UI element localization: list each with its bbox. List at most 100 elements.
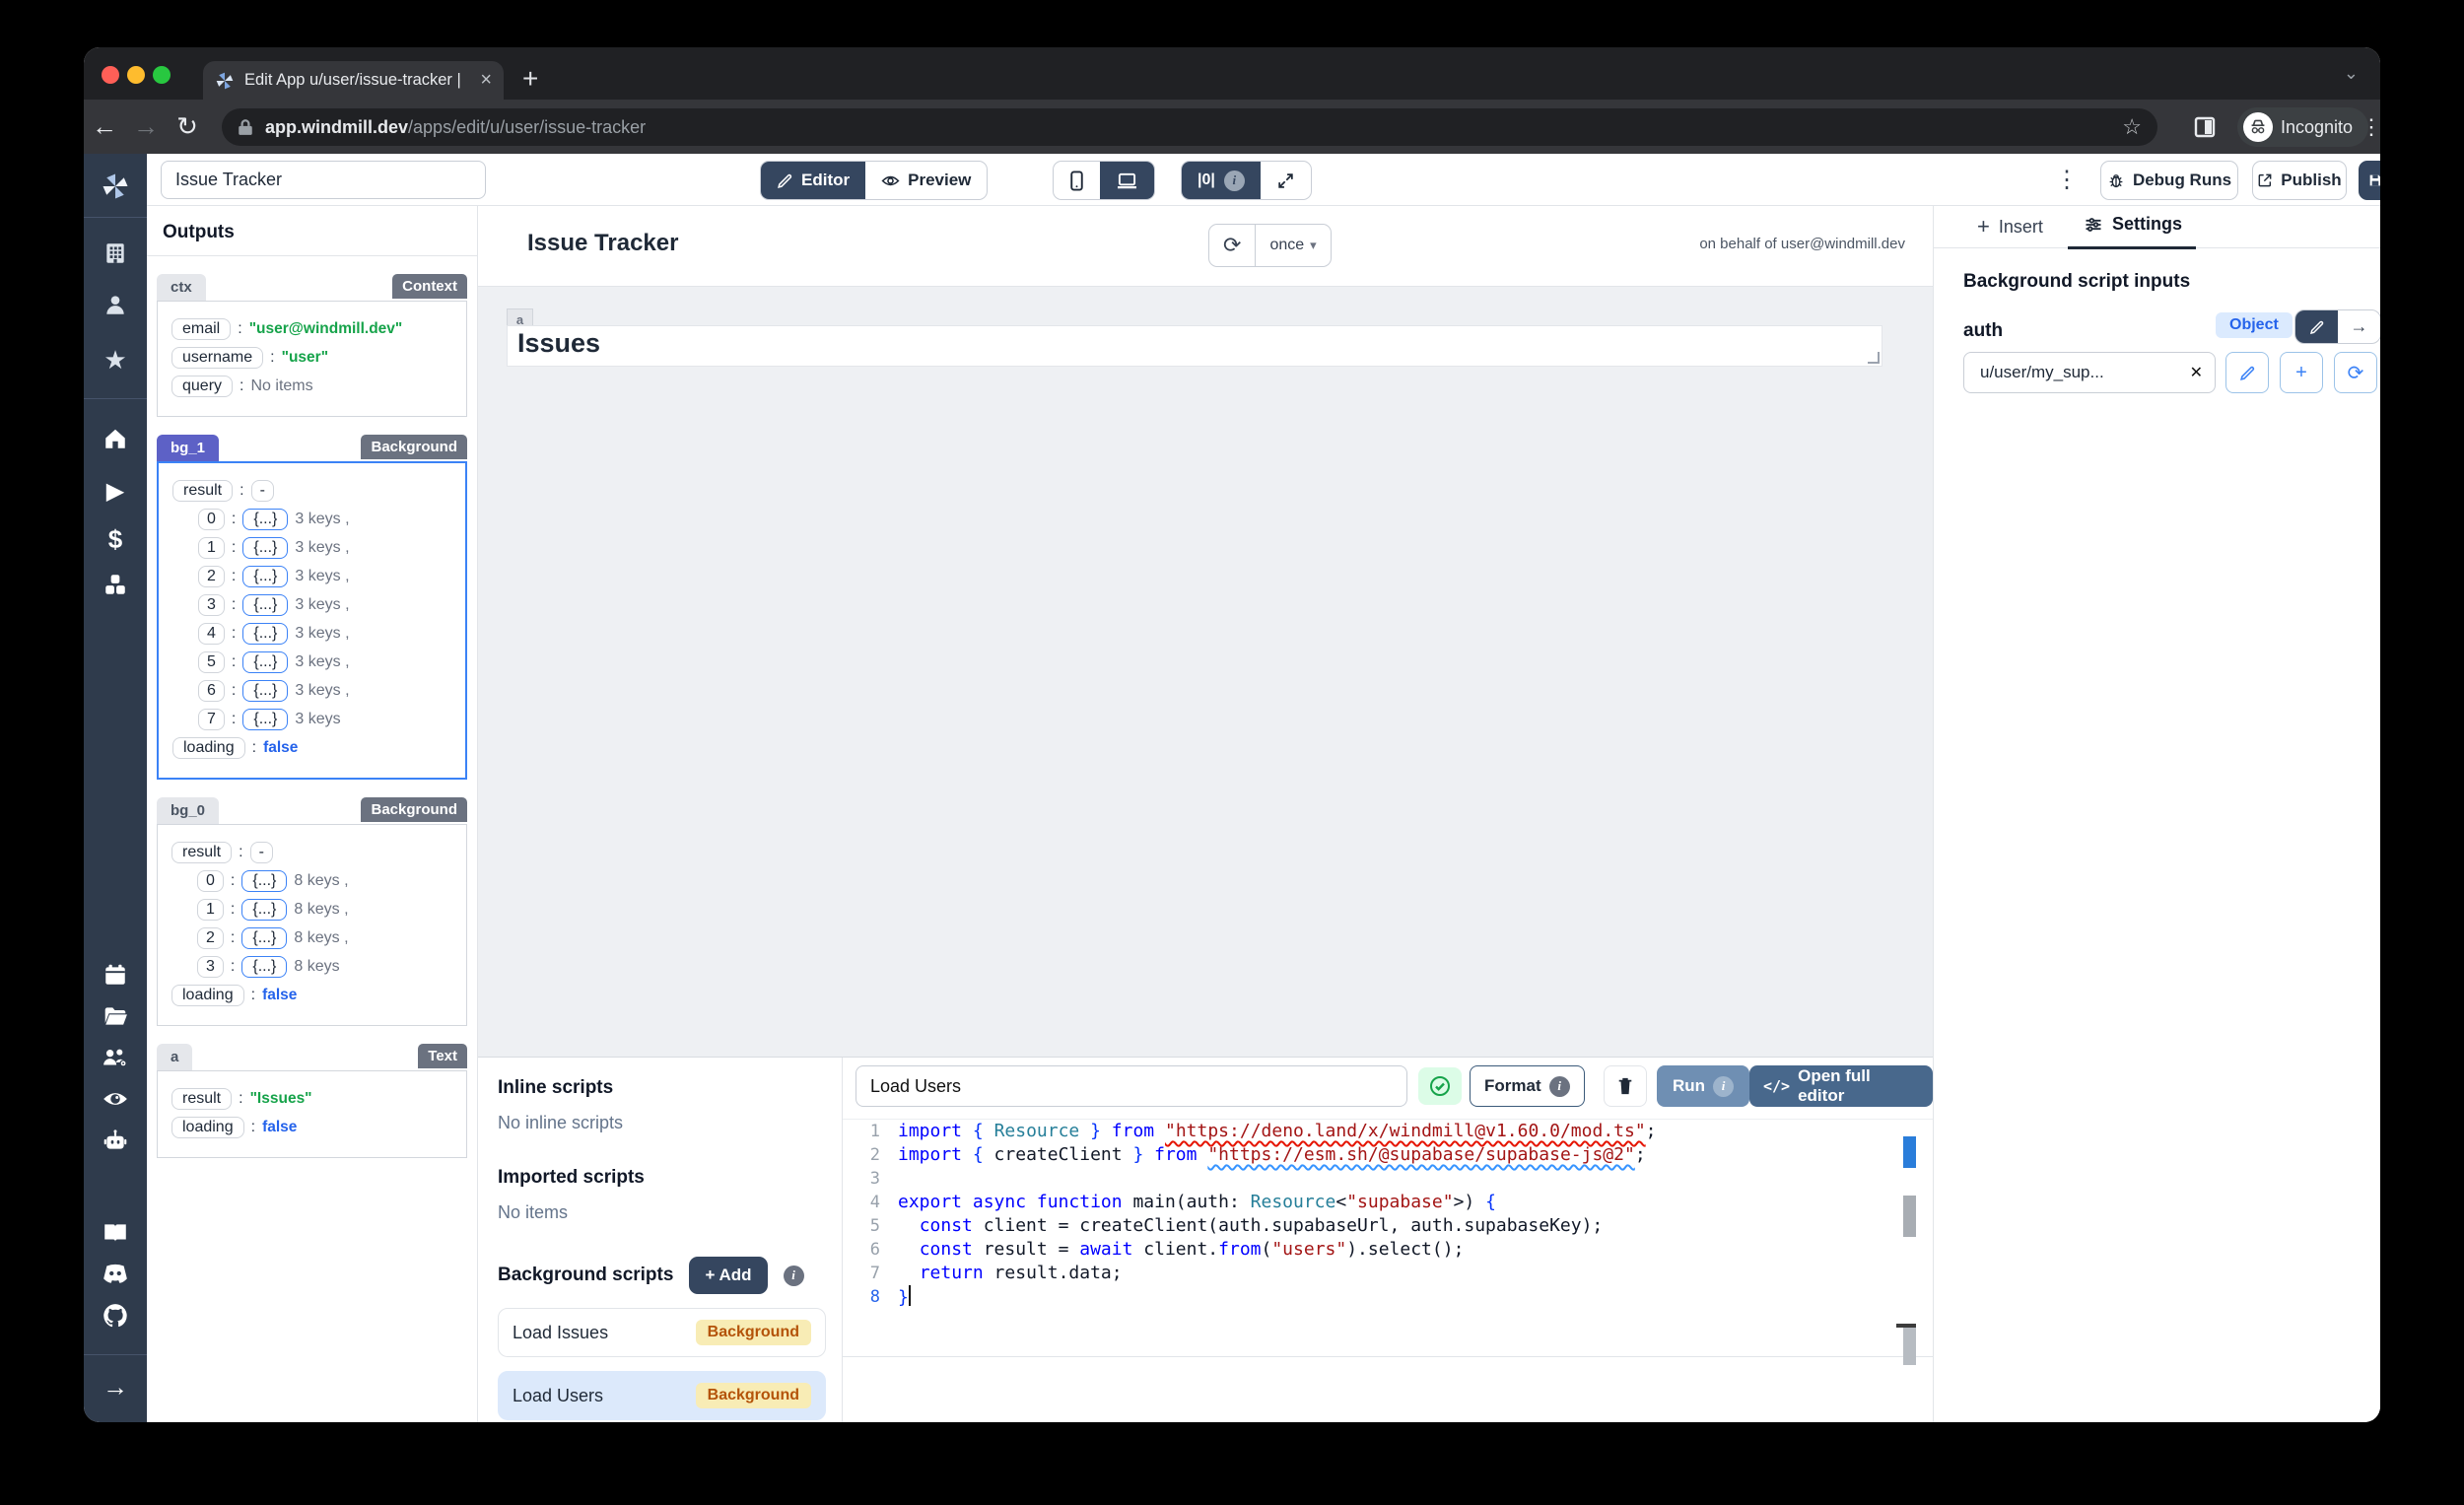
reload-icon[interactable]: ↻: [167, 111, 208, 142]
desktop-view-button[interactable]: [1100, 162, 1154, 199]
output-row[interactable]: 7:{...}3 keys: [198, 709, 457, 730]
add-resource-button[interactable]: +: [2280, 352, 2323, 393]
dollar-icon[interactable]: $: [84, 524, 147, 555]
output-key[interactable]: email: [171, 318, 231, 340]
object-collapsed[interactable]: {...}: [242, 594, 288, 616]
robot-icon[interactable]: [84, 1128, 147, 1153]
object-collapsed[interactable]: {...}: [241, 870, 287, 892]
array-index[interactable]: 2: [197, 927, 224, 949]
groups-icon[interactable]: [84, 1045, 147, 1070]
new-tab-button[interactable]: +: [522, 63, 538, 95]
array-index[interactable]: 7: [198, 709, 225, 730]
tab-insert[interactable]: + Insert: [1977, 214, 2043, 239]
tab-search-chevron-icon[interactable]: ⌄: [2344, 63, 2359, 84]
output-row[interactable]: 0:{...}8 keys ,: [197, 870, 458, 892]
back-icon[interactable]: ←: [84, 111, 125, 142]
connect-input-mode-button[interactable]: →: [2338, 310, 2380, 343]
output-row[interactable]: 5:{...}3 keys ,: [198, 651, 457, 673]
tab-preview[interactable]: Preview: [865, 162, 987, 199]
output-row[interactable]: result:-: [171, 842, 458, 863]
edit-resource-button[interactable]: [2225, 352, 2269, 393]
output-key[interactable]: query: [171, 376, 233, 397]
arrow-right-icon[interactable]: →: [84, 1372, 147, 1402]
discord-icon[interactable]: [84, 1262, 147, 1285]
object-collapsed[interactable]: {...}: [242, 709, 288, 730]
eye-icon[interactable]: [84, 1086, 147, 1112]
code-line[interactable]: 2import { createClient } from "https://e…: [843, 1143, 1933, 1167]
object-collapsed[interactable]: {...}: [242, 680, 288, 702]
code-line[interactable]: 3: [843, 1167, 1933, 1191]
code-line[interactable]: 7 return result.data;: [843, 1262, 1933, 1285]
output-row[interactable]: result:-: [172, 480, 457, 502]
tab-close-icon[interactable]: ×: [480, 69, 492, 92]
array-index[interactable]: 3: [197, 956, 224, 978]
array-index[interactable]: 0: [198, 509, 225, 530]
windmill-logo[interactable]: [84, 171, 147, 201]
folder-icon[interactable]: [84, 1003, 147, 1029]
background-script-item[interactable]: Load IssuesBackground: [498, 1308, 826, 1357]
user-icon[interactable]: [84, 292, 147, 317]
output-key[interactable]: loading: [171, 1117, 244, 1138]
output-key[interactable]: username: [171, 347, 263, 369]
delete-script-button[interactable]: [1604, 1065, 1647, 1107]
more-options-icon[interactable]: ⋮: [2055, 166, 2079, 194]
output-row[interactable]: 2:{...}8 keys ,: [197, 927, 458, 949]
cubes-icon[interactable]: [84, 572, 147, 597]
github-icon[interactable]: [84, 1303, 147, 1330]
output-key[interactable]: result: [172, 480, 233, 502]
script-name-input[interactable]: [856, 1065, 1407, 1107]
output-key[interactable]: result: [171, 1088, 232, 1110]
calendar-icon[interactable]: [84, 962, 147, 988]
book-icon[interactable]: [84, 1220, 147, 1246]
outputs-toggle-button[interactable]: |0| i: [1182, 162, 1261, 199]
building-icon[interactable]: [84, 240, 147, 266]
object-collapsed[interactable]: {...}: [242, 566, 288, 587]
debug-runs-button[interactable]: Debug Runs: [2100, 161, 2238, 200]
publish-button[interactable]: Publish: [2252, 161, 2347, 200]
background-script-item[interactable]: Load UsersBackground: [498, 1371, 826, 1420]
array-index[interactable]: 3: [198, 594, 225, 616]
static-input-mode-button[interactable]: [2295, 310, 2338, 343]
array-index[interactable]: 0: [197, 870, 224, 892]
object-collapsed[interactable]: {...}: [242, 651, 288, 673]
output-row[interactable]: 1:{...}8 keys ,: [197, 899, 458, 921]
object-collapsed[interactable]: {...}: [241, 927, 287, 949]
output-row[interactable]: 1:{...}3 keys ,: [198, 537, 457, 559]
code-line[interactable]: 8}: [843, 1285, 1933, 1309]
add-background-script-button[interactable]: + Add: [689, 1257, 767, 1294]
text-component[interactable]: Issues: [507, 325, 1882, 367]
output-row[interactable]: 0:{...}3 keys ,: [198, 509, 457, 530]
open-full-editor-button[interactable]: </> Open full editor: [1749, 1065, 1933, 1107]
collapse-toggle[interactable]: -: [250, 842, 273, 863]
code-line[interactable]: 4export async function main(auth: Resour…: [843, 1191, 1933, 1214]
array-index[interactable]: 6: [198, 680, 225, 702]
array-index[interactable]: 5: [198, 651, 225, 673]
bookmark-star-icon[interactable]: ☆: [2122, 114, 2142, 140]
array-index[interactable]: 1: [198, 537, 225, 559]
run-button[interactable]: Run i: [1657, 1065, 1749, 1107]
save-button[interactable]: Save: [2359, 161, 2380, 200]
output-row[interactable]: username:"user": [171, 347, 458, 369]
object-collapsed[interactable]: {...}: [241, 956, 287, 978]
app-canvas[interactable]: a Issues: [478, 287, 1933, 1058]
fullscreen-button[interactable]: [1261, 162, 1311, 199]
tab-settings[interactable]: Settings: [2084, 214, 2182, 235]
output-block-tab[interactable]: ctx: [157, 274, 206, 301]
code-line[interactable]: 5 const client = createClient(auth.supab…: [843, 1214, 1933, 1238]
window-zoom-button[interactable]: [153, 66, 171, 84]
output-row[interactable]: 2:{...}3 keys ,: [198, 566, 457, 587]
output-block-tab[interactable]: bg_1: [157, 435, 219, 461]
chrome-menu-icon[interactable]: ⋮: [2361, 114, 2380, 140]
window-close-button[interactable]: [102, 66, 119, 84]
array-index[interactable]: 4: [198, 623, 225, 645]
ruler-scroll-thumb[interactable]: [1903, 1328, 1916, 1365]
output-row[interactable]: loading:false: [171, 985, 458, 1006]
forward-icon[interactable]: →: [125, 111, 167, 142]
clear-icon[interactable]: ✕: [2190, 363, 2203, 382]
output-block-tab[interactable]: bg_0: [157, 797, 219, 824]
resize-handle[interactable]: [1868, 352, 1880, 364]
output-row[interactable]: 3:{...}3 keys ,: [198, 594, 457, 616]
array-index[interactable]: 2: [198, 566, 225, 587]
output-row[interactable]: email:"user@windmill.dev": [171, 318, 458, 340]
code-line[interactable]: 1import { Resource } from "https://deno.…: [843, 1120, 1933, 1143]
